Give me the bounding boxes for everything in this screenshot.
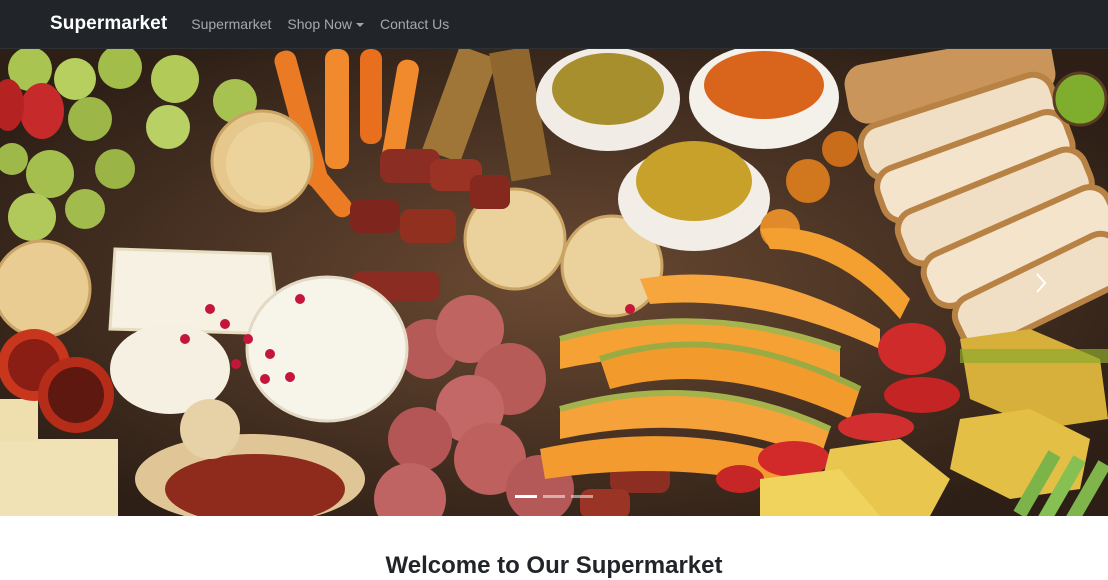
nav-link-label: Contact Us [380,16,450,32]
carousel-indicators [0,495,1108,498]
brand-logo[interactable]: Supermarket [50,13,167,35]
carousel-next-button[interactable] [968,49,1108,516]
nav-link-shop-now-dropdown[interactable]: Shop Now [281,16,370,32]
carousel-prev-button[interactable] [0,49,140,516]
nav-link-label: Shop Now [287,16,353,32]
navbar: Supermarket Supermarket Shop Now Contact… [0,0,1108,49]
nav-link-contact-us[interactable]: Contact Us [374,16,455,32]
caret-down-icon [356,22,365,27]
carousel-indicator-2[interactable] [543,495,565,498]
nav-link-label: Supermarket [191,16,272,32]
carousel-slide-image [0,49,1108,516]
nav-link-supermarket[interactable]: Supermarket [185,16,277,32]
nav-links: Supermarket Shop Now Contact Us [181,16,455,32]
welcome-heading: Welcome to Our Supermarket [385,552,723,579]
carousel-indicator-3[interactable] [571,495,593,498]
carousel-indicator-1[interactable] [515,495,537,498]
hero-carousel [0,49,1108,516]
chevron-right-icon [1036,272,1047,293]
